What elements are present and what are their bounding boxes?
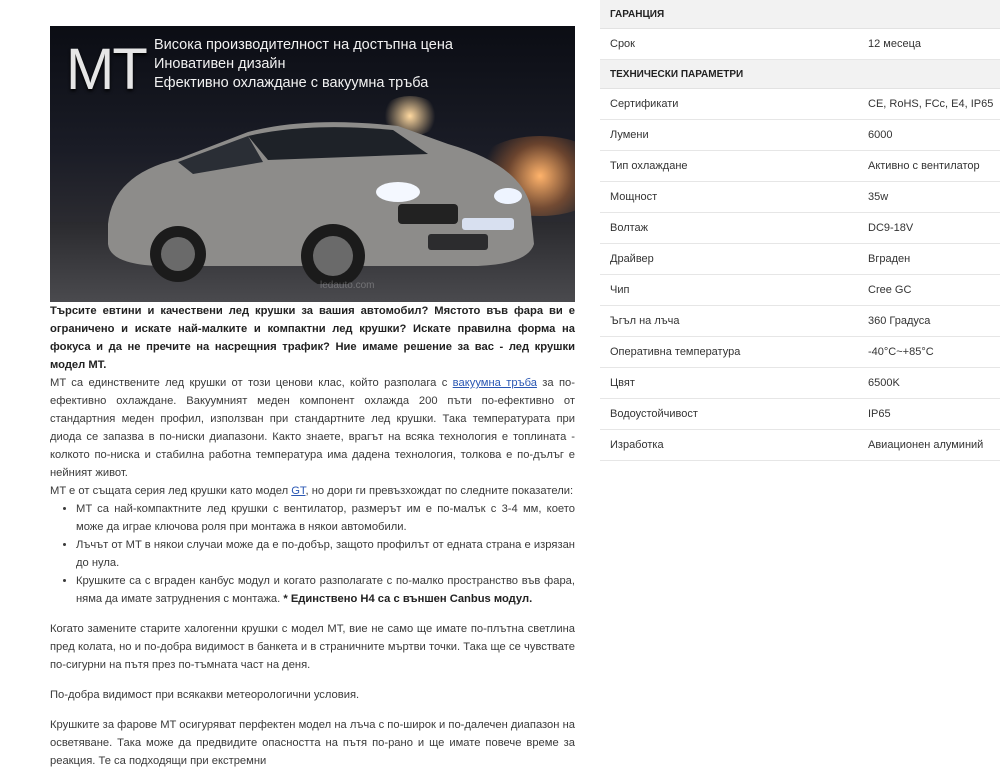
spec-value: Активно с вентилатор <box>868 160 980 172</box>
spec-value: Вграден <box>868 253 911 265</box>
paragraph: Когато замените старите халогенни крушки… <box>50 623 575 671</box>
text: MT е от същата серия лед крушки като мод… <box>50 485 292 497</box>
spec-label: Драйвер <box>610 253 654 265</box>
spec-value: 6500K <box>868 377 900 389</box>
image-watermark: ledauto.com <box>320 280 375 291</box>
list-item: MT са най-компактните лед крушки с венти… <box>76 500 575 536</box>
spec-value: -40°C~+85°C <box>868 346 934 358</box>
product-hero-image: MT Висока производителност на достъпна ц… <box>50 26 575 302</box>
spec-row: Ъгъл на лъча 360 Градуса <box>600 306 1000 337</box>
spec-row: Лумени 6000 <box>600 120 1000 151</box>
spec-value: IP65 <box>868 408 891 420</box>
tagline: Ефективно охлаждане с вакуумна тръба <box>154 75 429 91</box>
list-item: Лъчът от MT в някои случаи може да е по-… <box>76 536 575 572</box>
spec-row: Сертификати CE, RoHS, FCc, E4, IP65 <box>600 89 1000 120</box>
spec-label: Изработка <box>610 439 664 451</box>
tagline: Висока производителност на достъпна цена <box>154 37 453 53</box>
spec-row: Водоустойчивост IP65 <box>600 399 1000 430</box>
spec-row: Оперативна температура -40°C~+85°C <box>600 337 1000 368</box>
feature-list: MT са най-компактните лед крушки с венти… <box>50 500 575 608</box>
spec-value: DC9-18V <box>868 222 914 234</box>
text: , но дори ги превъзхождат по следните по… <box>305 485 574 497</box>
spec-label: Срок <box>610 38 635 50</box>
section-title: ТЕХНИЧЕСКИ ПАРАМЕТРИ <box>610 68 744 80</box>
spec-label: Оперативна температура <box>610 346 741 358</box>
spec-label: Волтаж <box>610 222 649 234</box>
paragraph: По-добра видимост при всякакви метеороло… <box>50 689 360 701</box>
spec-label: Лумени <box>610 129 649 141</box>
spec-label: Водоустойчивост <box>610 408 698 420</box>
paragraph: MT са единствените лед крушки от този це… <box>50 374 575 482</box>
car-illustration <box>108 122 534 284</box>
spec-row: Тип охлаждане Активно с вентилатор <box>600 151 1000 182</box>
spec-row: Волтаж DC9-18V <box>600 213 1000 244</box>
spec-label: Цвят <box>610 377 635 389</box>
spec-label: Мощност <box>610 191 658 203</box>
vacuum-tube-link[interactable]: вакуумна тръба <box>453 377 537 389</box>
article-body: Търсите евтини и качествени лед крушки з… <box>50 302 575 770</box>
canbus-note: * Единствено H4 са с външен Canbus модул… <box>283 593 533 605</box>
hero-taglines: Висока производителност на достъпна цена… <box>154 36 453 93</box>
spec-label: Сертификати <box>610 98 679 110</box>
section-title: ГАРАНЦИЯ <box>610 8 665 20</box>
spec-row: Мощност 35w <box>600 182 1000 213</box>
spec-row: Изработка Авиационен алуминий <box>600 430 1000 461</box>
spec-row: Драйвер Вграден <box>600 244 1000 275</box>
spec-value: 12 месеца <box>868 38 922 50</box>
intro-paragraph: Търсите евтини и качествени лед крушки з… <box>50 305 575 371</box>
list-item: Крушките са с вграден канбус модул и ког… <box>76 572 575 608</box>
warranty-header: ГАРАНЦИЯ <box>600 0 1000 29</box>
spec-label: Чип <box>610 284 630 296</box>
spec-row: Срок 12 месеца <box>600 29 1000 60</box>
spec-value: CE, RoHS, FCc, E4, IP65 <box>868 98 994 110</box>
spec-row: Чип Cree GC <box>600 275 1000 306</box>
brand-logo: MT <box>66 37 148 102</box>
paragraph: MT е от същата серия лед крушки като мод… <box>50 482 575 500</box>
spec-row: Цвят 6500K <box>600 368 1000 399</box>
spec-value: 360 Градуса <box>868 315 931 327</box>
text: MT са единствените лед крушки от този це… <box>50 377 453 389</box>
spec-value: Авиационен алуминий <box>868 439 984 451</box>
specs-table: ГАРАНЦИЯ Срок 12 месеца ТЕХНИЧЕСКИ ПАРАМЕ… <box>600 0 1000 461</box>
tagline: Иновативен дизайн <box>154 56 286 72</box>
text: за по-ефективно охлаждане. Вакуумният ме… <box>50 377 575 479</box>
gt-model-link[interactable]: GT <box>291 485 305 497</box>
spec-value: 6000 <box>868 129 893 141</box>
spec-label: Ъгъл на лъча <box>610 315 680 327</box>
spec-value: Cree GC <box>868 284 912 296</box>
spec-label: Тип охлаждане <box>610 160 688 172</box>
product-description: MT Висока производителност на достъпна ц… <box>50 26 575 770</box>
spec-value: 35w <box>868 191 889 203</box>
paragraph: Крушките за фарове MT осигуряват перфект… <box>50 719 575 767</box>
tech-params-header: ТЕХНИЧЕСКИ ПАРАМЕТРИ <box>600 60 1000 89</box>
